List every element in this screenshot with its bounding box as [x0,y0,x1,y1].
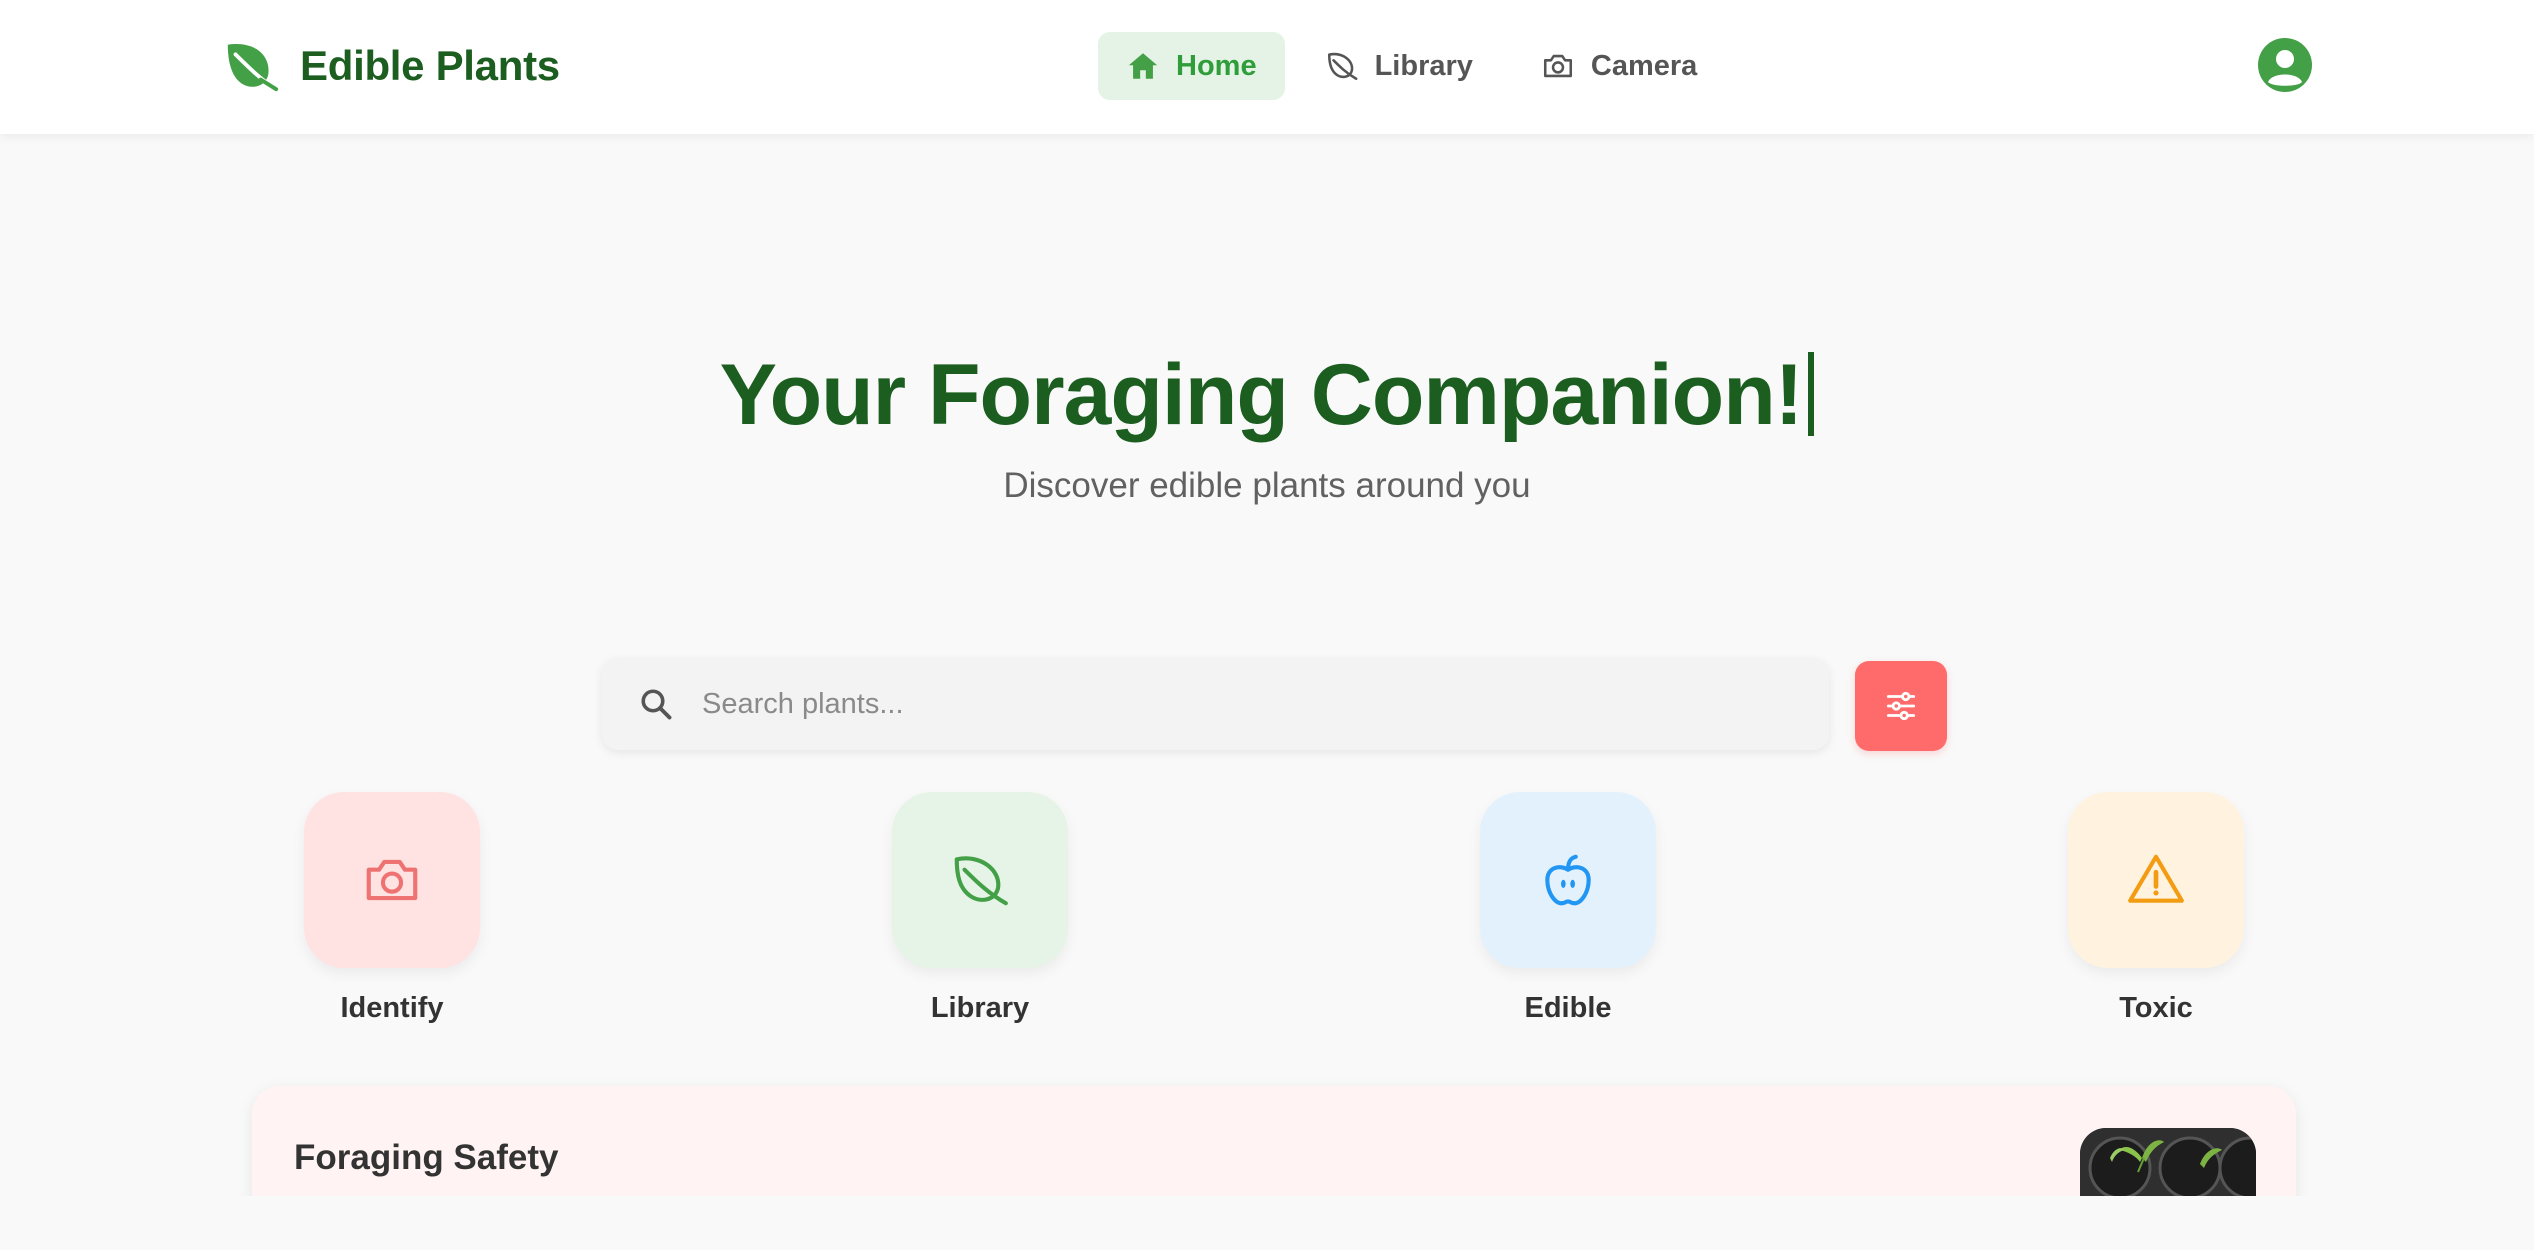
quick-action-label: Toxic [2119,992,2193,1024]
quick-action-tile[interactable] [2068,792,2244,968]
search-icon [641,689,672,720]
quick-action-toxic[interactable]: Toxic [2066,792,2246,1032]
camera-icon [1543,54,1572,78]
sliders-icon [1886,691,1916,721]
hero-title: Your Foraging Companion! [0,340,2534,450]
main-nav: Home Library Camera [1098,32,1737,100]
top-navbar: Edible Plants Home Library Camera [0,0,2534,134]
search-input[interactable] [702,687,1752,721]
nav-item-camera[interactable]: Camera [1513,32,1725,100]
user-avatar-icon[interactable] [2258,38,2312,92]
quick-action-tile[interactable] [892,792,1068,968]
camera-icon [366,859,418,901]
apple-icon [1545,854,1591,906]
filter-button[interactable] [1855,661,1947,751]
page-bottom-fade [0,1196,2534,1250]
leaf-outline-icon [1327,52,1358,81]
quick-action-library[interactable]: Library [890,792,1070,1032]
home-icon [1128,53,1158,79]
brand-name: Edible Plants [300,42,560,89]
nav-item-label: Camera [1590,49,1698,82]
leaf-icon [227,43,279,92]
nav-item-label: Home [1176,49,1257,82]
typing-cursor [1808,352,1815,436]
quick-action-edible[interactable]: Edible [1478,792,1658,1032]
nav-item-library[interactable]: Library [1297,32,1501,100]
quick-action-label: Edible [1524,992,1612,1024]
quick-action-identify[interactable]: Identify [302,792,482,1032]
search-bar [602,658,1829,750]
quick-action-label: Identify [340,992,444,1024]
nav-item-label: Library [1374,49,1473,82]
hero-title-text: Your Foraging Companion! [719,347,1804,443]
quick-action-tile[interactable] [1480,792,1656,968]
quick-action-label: Library [930,992,1030,1024]
warning-icon [2128,854,2184,903]
card-title: Foraging Safety [294,1138,559,1177]
brand[interactable]: Edible Plants [222,36,560,96]
leaf-icon [954,856,1008,906]
hero-subtitle: Discover edible plants around you [1003,466,1531,505]
quick-action-tile[interactable] [304,792,480,968]
nav-item-home[interactable]: Home [1098,32,1285,100]
